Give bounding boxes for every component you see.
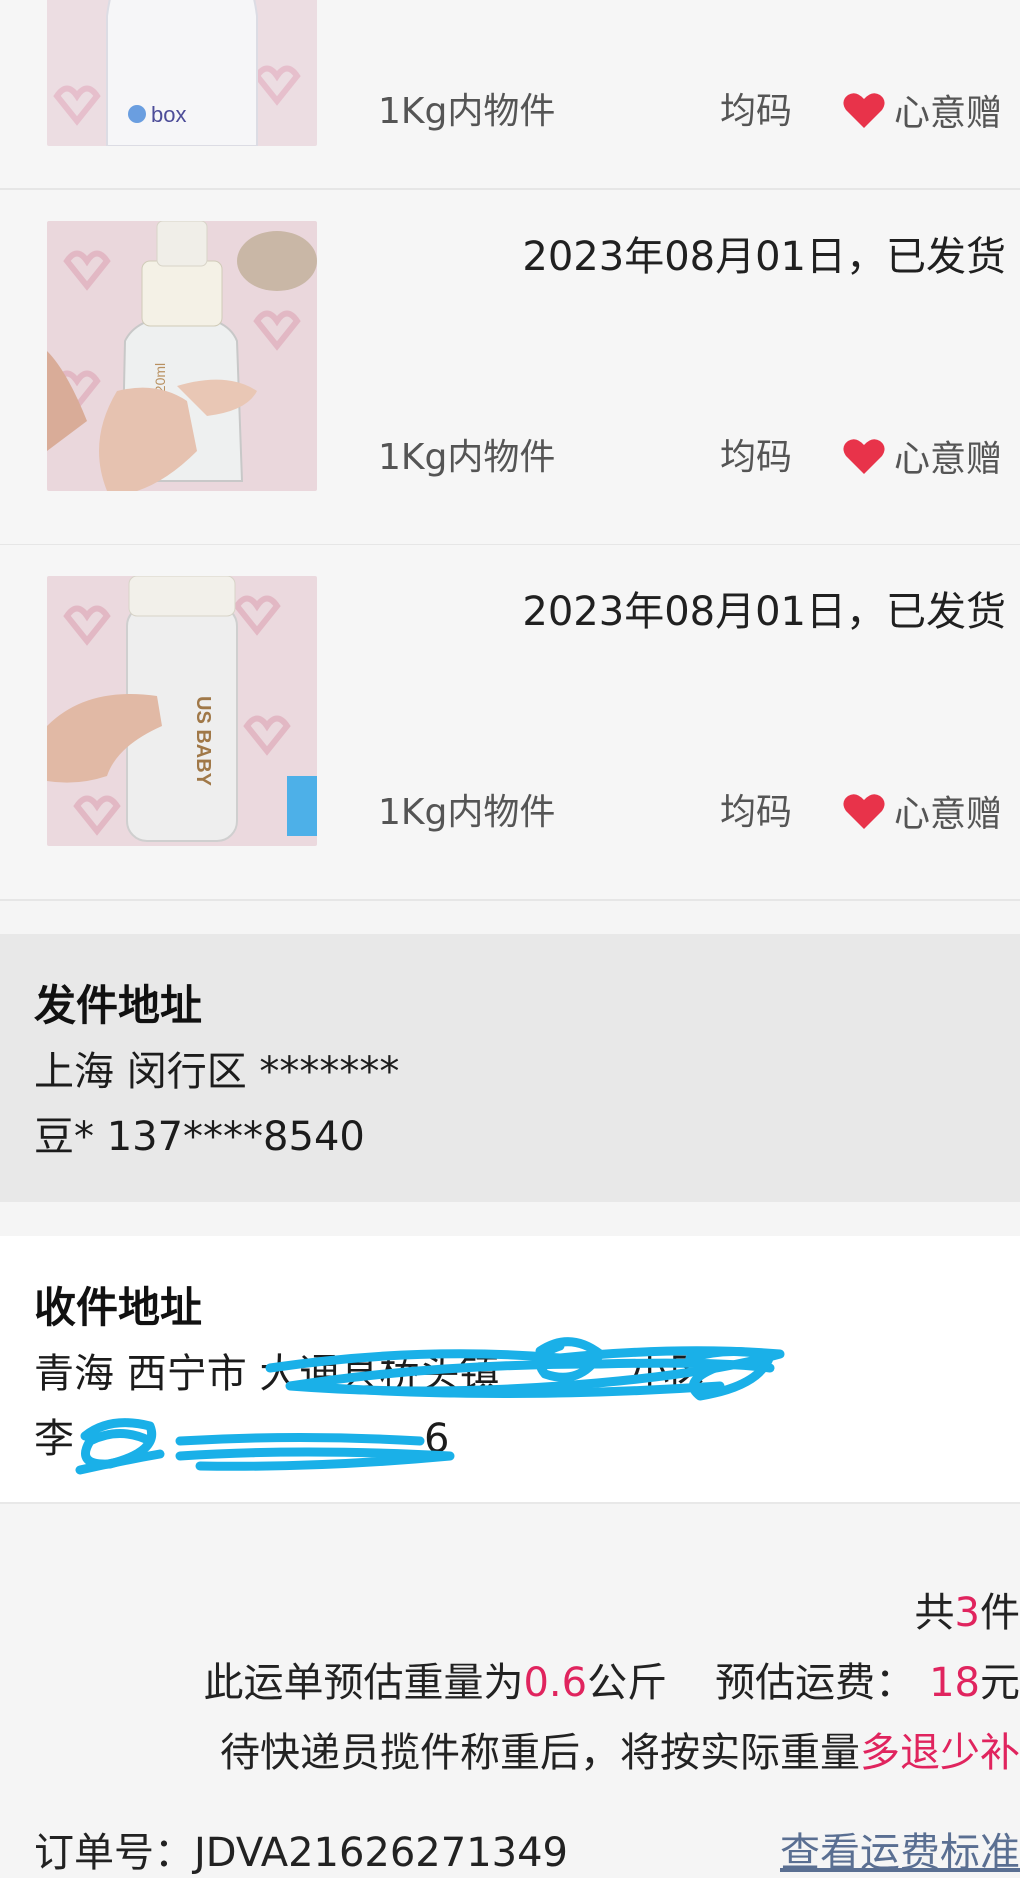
order-number-value: JDVA21626271349 bbox=[194, 1830, 569, 1876]
gift-tag: 心意赠 bbox=[842, 785, 1002, 837]
gift-tag: 心意赠 bbox=[842, 430, 1002, 482]
gift-tag-label: 心意赠 bbox=[894, 439, 1003, 480]
list-item[interactable]: 2023年08月01日，已发货 US BABY 1Kg内物件 均码 心意赠 bbox=[0, 545, 1020, 901]
sender-contact: 豆* 137****8540 bbox=[34, 1114, 365, 1160]
weight-value: 0.6 bbox=[523, 1660, 588, 1706]
item-count-value: 3 bbox=[954, 1590, 980, 1636]
estimate-line: 此运单预估重量为0.6公斤 预估运费： 18元 bbox=[203, 1650, 1020, 1708]
fee-prefix: 预估运费： bbox=[715, 1660, 916, 1706]
fee-value: 18 bbox=[929, 1660, 980, 1706]
sender-title: 发件地址 bbox=[34, 981, 203, 1030]
item-size: 均码 bbox=[720, 91, 793, 132]
ship-date: 2023年08月01日，已发货 bbox=[522, 589, 1006, 635]
order-number-label: 订单号： bbox=[34, 1830, 194, 1876]
svg-text:box: box bbox=[151, 102, 186, 127]
item-count-prefix: 共 bbox=[914, 1590, 955, 1636]
list-item[interactable]: 2023年08月01日，已发货 120ml 1Kg内物件 均码 心意赠 bbox=[0, 190, 1020, 546]
item-size: 均码 bbox=[720, 792, 793, 833]
item-weight: 1Kg内物件 bbox=[378, 792, 556, 833]
refund-note-prefix: 待快递员揽件称重后，将按实际重量 bbox=[220, 1730, 860, 1776]
product-thumbnail: US BABY bbox=[47, 576, 317, 846]
item-weight: 1Kg内物件 bbox=[378, 437, 556, 478]
svg-text:US BABY: US BABY bbox=[192, 696, 214, 787]
list-item[interactable]: box 1Kg内物件 均码 心意赠 bbox=[0, 0, 1020, 190]
weight-prefix: 此运单预估重量为 bbox=[203, 1660, 524, 1706]
refund-note-highlight: 多退少补 bbox=[860, 1730, 1020, 1776]
item-size: 均码 bbox=[720, 437, 793, 478]
sender-address: 上海 闵行区 ******* bbox=[34, 1049, 400, 1095]
fee-unit: 元 bbox=[980, 1660, 1020, 1706]
item-count-suffix: 件 bbox=[980, 1590, 1020, 1636]
ship-date: 2023年08月01日，已发货 bbox=[522, 234, 1006, 280]
item-weight: 1Kg内物件 bbox=[378, 91, 556, 132]
item-count: 共3件 bbox=[915, 1580, 1020, 1638]
receiver-address-section[interactable]: 收件地址 青海 西宁市 大通县桥头镇 小区 李6 bbox=[0, 1236, 1020, 1504]
gift-tag: 心意赠 bbox=[842, 84, 1002, 136]
heart-icon bbox=[843, 439, 885, 474]
heart-icon bbox=[843, 93, 885, 128]
redaction-scribble bbox=[75, 1337, 785, 1475]
weight-unit: 公斤 bbox=[587, 1660, 668, 1706]
fee-standard-link[interactable]: 查看运费标准 bbox=[780, 1820, 1020, 1878]
refund-note: 待快递员揽件称重后，将按实际重量多退少补 bbox=[220, 1720, 1020, 1778]
product-thumbnail: box bbox=[47, 0, 317, 146]
sender-address-section[interactable]: 发件地址 上海 闵行区 ******* 豆* 137****8540 bbox=[0, 934, 1020, 1202]
heart-icon bbox=[843, 794, 885, 829]
gift-tag-label: 心意赠 bbox=[894, 794, 1003, 835]
order-number: 订单号：JDVA21626271349 bbox=[34, 1820, 568, 1878]
gift-tag-label: 心意赠 bbox=[894, 93, 1003, 134]
product-thumbnail: 120ml bbox=[47, 221, 317, 491]
